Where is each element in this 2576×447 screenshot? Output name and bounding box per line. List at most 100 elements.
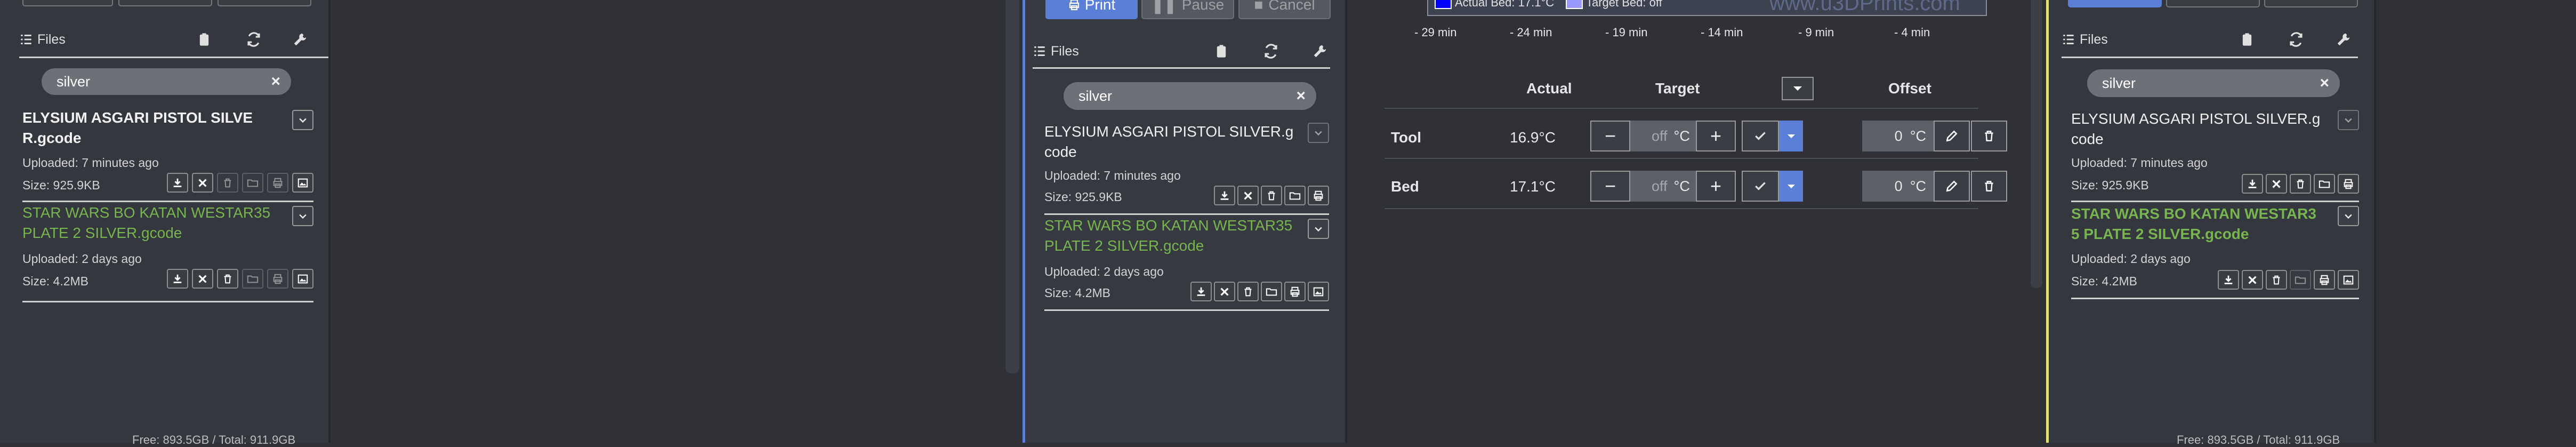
edit-offset-button[interactable] xyxy=(1934,171,1970,202)
print-button[interactable] xyxy=(1308,186,1329,205)
file-entry[interactable]: STAR WARS BO KATAN WESTAR3 5 PLATE 2 SIL… xyxy=(2071,203,2359,299)
file-search-input[interactable] xyxy=(55,73,271,91)
clear-search-icon[interactable]: × xyxy=(271,73,280,91)
trash-icon xyxy=(222,273,234,285)
decrease-target-button[interactable]: − xyxy=(1590,171,1630,202)
set-target-button[interactable] xyxy=(1742,171,1779,202)
clear-offset-button[interactable] xyxy=(1971,121,2007,151)
file-entry[interactable]: STAR WARS BO KATAN WESTAR35 PLATE 2 SILV… xyxy=(1044,215,1329,311)
load-button[interactable] xyxy=(2290,270,2311,290)
pause-button[interactable] xyxy=(2166,0,2260,7)
sidebar-top-button-3[interactable] xyxy=(218,0,311,6)
decrease-target-button[interactable]: − xyxy=(1590,121,1630,151)
scrollbar[interactable] xyxy=(1005,0,1019,373)
scrollbar[interactable] xyxy=(2031,0,2042,288)
load-button[interactable] xyxy=(1261,282,1282,301)
remove-button[interactable] xyxy=(192,269,213,289)
file-expand-button[interactable] xyxy=(2338,206,2359,226)
remove-button[interactable] xyxy=(1237,186,1259,205)
preview-button[interactable] xyxy=(292,269,313,289)
target-options-dropdown[interactable] xyxy=(1779,121,1803,151)
download-button[interactable] xyxy=(1214,186,1235,205)
delete-button[interactable] xyxy=(2290,174,2311,194)
refresh-icon[interactable] xyxy=(1263,43,1279,59)
file-search-input[interactable] xyxy=(1077,87,1297,105)
print-icon xyxy=(272,177,284,189)
refresh-icon[interactable] xyxy=(2288,31,2304,47)
file-expand-button[interactable] xyxy=(292,110,313,130)
print-button[interactable] xyxy=(267,173,288,193)
delete-button[interactable] xyxy=(217,269,238,289)
offset-input[interactable]: 0 °C xyxy=(1862,171,1934,202)
clipboard-icon[interactable] xyxy=(1214,44,1229,59)
file-search-field[interactable]: × xyxy=(1064,82,1316,110)
wrench-icon[interactable] xyxy=(1312,43,1328,59)
print-button[interactable] xyxy=(2314,270,2335,290)
preview-button[interactable] xyxy=(292,173,313,193)
print-button[interactable] xyxy=(1284,282,1306,301)
delete-button[interactable] xyxy=(217,173,238,193)
file-expand-button[interactable] xyxy=(1308,123,1329,143)
remove-button[interactable] xyxy=(2266,174,2287,194)
file-expand-button[interactable] xyxy=(1308,219,1329,239)
refresh-icon[interactable] xyxy=(246,31,262,47)
cancel-button[interactable] xyxy=(2264,0,2358,7)
legend-swatch-target-bed xyxy=(1566,0,1583,9)
download-button[interactable] xyxy=(2242,174,2263,194)
remove-button[interactable] xyxy=(1214,282,1235,301)
clear-offset-button[interactable] xyxy=(1971,171,2007,202)
file-search-input[interactable] xyxy=(2101,74,2320,92)
print-job-button[interactable] xyxy=(2068,0,2162,7)
file-entry[interactable]: ELYSIUM ASGARI PISTOL SILVER.g code Uplo… xyxy=(2071,107,2359,202)
download-button[interactable] xyxy=(167,173,188,193)
file-name-cont: PLATE 2 SILVER.gcode xyxy=(22,225,182,241)
target-presets-dropdown[interactable] xyxy=(1782,77,1814,100)
edit-offset-button[interactable] xyxy=(1934,121,1970,151)
remove-button[interactable] xyxy=(2242,270,2263,290)
file-search-field[interactable]: × xyxy=(2087,69,2340,97)
sidebar-top-button-1[interactable] xyxy=(22,0,113,6)
delete-button[interactable] xyxy=(1261,186,1282,205)
target-temp-input[interactable]: off °C xyxy=(1630,171,1696,202)
offset-input[interactable]: 0 °C xyxy=(1862,121,1934,151)
remove-button[interactable] xyxy=(192,173,213,193)
clipboard-icon[interactable] xyxy=(2240,32,2255,47)
clipboard-icon[interactable] xyxy=(197,32,212,47)
delete-button[interactable] xyxy=(1237,282,1259,301)
load-button[interactable] xyxy=(2314,174,2335,194)
increase-target-button[interactable]: + xyxy=(1696,171,1736,202)
time-label: - 4 min xyxy=(1894,26,1930,39)
target-temp-input[interactable]: off °C xyxy=(1630,121,1696,151)
wrench-icon[interactable] xyxy=(292,31,308,47)
print-button[interactable] xyxy=(2338,174,2359,194)
pause-button[interactable]: ❚❚ Pause xyxy=(1141,0,1234,19)
file-entry[interactable]: STAR WARS BO KATAN WESTAR35 PLATE 2 SILV… xyxy=(22,203,313,302)
sidebar-top-button-2[interactable] xyxy=(118,0,212,6)
download-button[interactable] xyxy=(2218,270,2239,290)
load-button[interactable] xyxy=(242,173,263,193)
increase-target-button[interactable]: + xyxy=(1696,121,1736,151)
file-entry[interactable]: ELYSIUM ASGARI PISTOL SILVE R.gcode Uplo… xyxy=(22,107,313,202)
target-options-dropdown[interactable] xyxy=(1779,171,1803,202)
download-button[interactable] xyxy=(167,269,188,289)
col-actual: Actual xyxy=(1526,80,1572,97)
preview-button[interactable] xyxy=(2338,270,2359,290)
clear-search-icon[interactable]: × xyxy=(1296,87,1306,105)
file-expand-button[interactable] xyxy=(2338,110,2359,130)
delete-button[interactable] xyxy=(2266,270,2287,290)
target-unit: °C xyxy=(1673,127,1690,144)
set-target-button[interactable] xyxy=(1742,121,1779,151)
download-button[interactable] xyxy=(1190,282,1212,301)
cancel-button[interactable]: ■ Cancel xyxy=(1238,0,1331,19)
load-button[interactable] xyxy=(1284,186,1306,205)
file-search-field[interactable]: × xyxy=(42,68,291,95)
wrench-icon[interactable] xyxy=(2336,31,2352,47)
preview-button[interactable] xyxy=(1308,282,1329,301)
file-expand-button[interactable] xyxy=(292,206,313,226)
print-job-button[interactable]: Print xyxy=(1045,0,1138,19)
temperature-graph: Actual Bed: 17.1°C Target Bed: off www.u… xyxy=(1427,0,1987,16)
print-button[interactable] xyxy=(267,269,288,289)
load-button[interactable] xyxy=(242,269,263,289)
clear-search-icon[interactable]: × xyxy=(2320,74,2329,92)
file-entry[interactable]: ELYSIUM ASGARI PISTOL SILVER.g code Uplo… xyxy=(1044,119,1329,215)
